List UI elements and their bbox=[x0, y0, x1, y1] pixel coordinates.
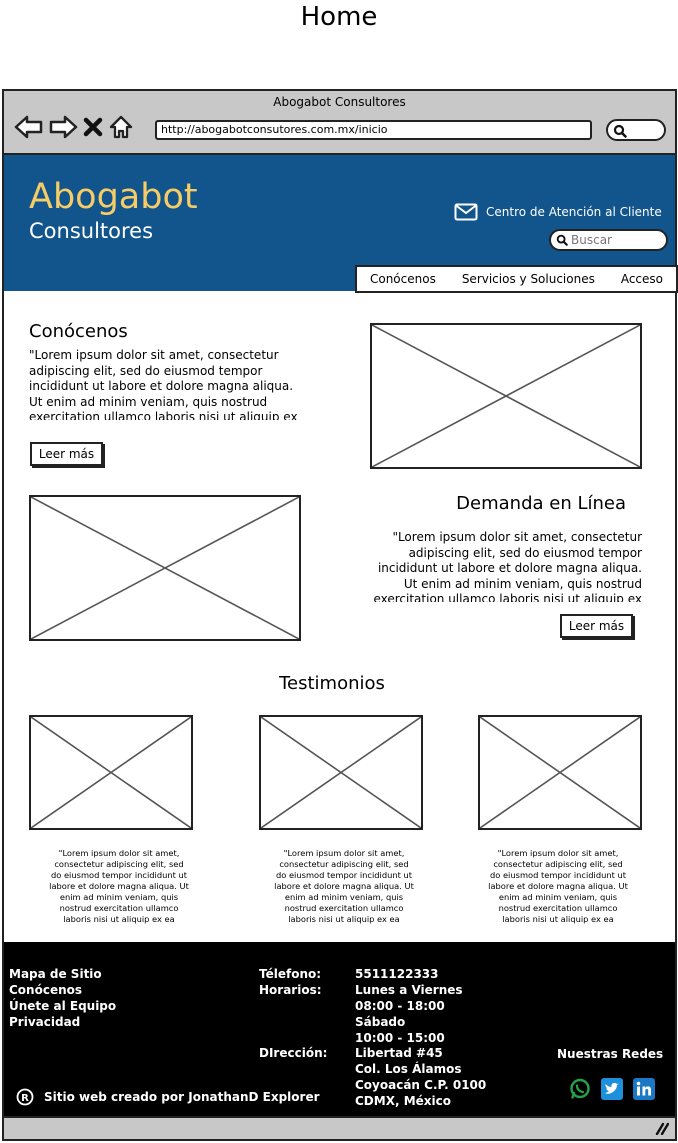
hours-line: Sábado bbox=[355, 1015, 406, 1029]
search-placeholder: Buscar bbox=[571, 233, 612, 247]
linkedin-icon[interactable] bbox=[633, 1078, 655, 1100]
conocenos-read-more-button[interactable]: Leer más bbox=[30, 442, 103, 466]
brand-name[interactable]: Abogabot bbox=[29, 177, 198, 217]
demanda-title: Demanda en Línea bbox=[456, 493, 626, 514]
resize-grip-icon bbox=[655, 1122, 669, 1135]
nav-item-servicios[interactable]: Servicios y Soluciones bbox=[462, 272, 595, 286]
address-line: Col. Los Álamos bbox=[355, 1062, 462, 1076]
back-arrow-icon[interactable] bbox=[14, 114, 44, 140]
url-bar[interactable]: http://abogabotconsutores.com.mx/inicio bbox=[155, 120, 592, 140]
social-links bbox=[569, 1078, 655, 1100]
conocenos-image-placeholder bbox=[370, 323, 642, 469]
mail-icon bbox=[454, 203, 478, 221]
hours-values: Lunes a Viernes 08:00 - 18:00 Sábado 10:… bbox=[355, 982, 463, 1046]
address-line: Coyoacán C.P. 0100 bbox=[355, 1078, 487, 1092]
footer-link-conocenos[interactable]: Conócenos bbox=[9, 982, 116, 998]
registered-icon: R bbox=[16, 1088, 34, 1106]
browser-search-field[interactable] bbox=[606, 119, 666, 141]
site-credit: R Sitio web creado por JonathanD Explore… bbox=[16, 1088, 320, 1106]
hours-line: 08:00 - 18:00 bbox=[355, 999, 445, 1013]
main-nav: Conócenos Servicios y Soluciones Acceso bbox=[355, 265, 678, 293]
testimonial-image-placeholder bbox=[29, 715, 193, 830]
nav-item-acceso[interactable]: Acceso bbox=[621, 272, 663, 286]
nav-item-conocenos[interactable]: Conócenos bbox=[370, 272, 436, 286]
address-values: Libertad #45 Col. Los Álamos Coyoacán C.… bbox=[355, 1045, 486, 1109]
header-search-input[interactable]: Buscar bbox=[549, 229, 668, 251]
address-label: DIrección: bbox=[259, 1046, 328, 1060]
customer-service-link[interactable]: Centro de Atención al Cliente bbox=[454, 203, 662, 221]
demanda-text: "Lorem ipsum dolor sit amet, consectetur… bbox=[373, 530, 642, 602]
footer-link-join-team[interactable]: Únete al Equipo bbox=[9, 998, 116, 1014]
demanda-read-more-button[interactable]: Leer más bbox=[560, 614, 633, 638]
conocenos-title: Conócenos bbox=[29, 321, 128, 342]
twitter-icon[interactable] bbox=[601, 1078, 623, 1100]
browser-chrome: Abogabot Consultores http://abogabotcons… bbox=[4, 91, 675, 155]
browser-title: Abogabot Consultores bbox=[273, 95, 406, 109]
hours-line: Lunes a Viernes bbox=[355, 983, 463, 997]
site-footer: Mapa de Sitio Conócenos Únete al Equipo … bbox=[4, 942, 675, 1116]
address-line: CDMX, México bbox=[355, 1094, 451, 1108]
search-icon bbox=[613, 124, 627, 138]
browser-window: Abogabot Consultores http://abogabotcons… bbox=[2, 89, 678, 1141]
social-networks-label: Nuestras Redes bbox=[557, 1047, 664, 1061]
footer-links: Mapa de Sitio Conócenos Únete al Equipo … bbox=[9, 966, 116, 1030]
svg-text:R: R bbox=[21, 1093, 29, 1104]
demanda-image-placeholder bbox=[29, 495, 301, 641]
browser-status-bar bbox=[4, 1116, 675, 1139]
page-heading: Home bbox=[300, 2, 378, 32]
browser-nav-icons bbox=[14, 113, 134, 141]
footer-link-sitemap[interactable]: Mapa de Sitio bbox=[9, 966, 116, 982]
conocenos-text: "Lorem ipsum dolor sit amet, consectetur… bbox=[29, 348, 298, 420]
testimonial-text: "Lorem ipsum dolor sit amet, consectetur… bbox=[49, 848, 189, 924]
brand-subtitle: Consultores bbox=[29, 219, 154, 243]
testimonios-title: Testimonios bbox=[279, 673, 385, 694]
testimonial-image-placeholder bbox=[478, 715, 642, 830]
testimonial-text: "Lorem ipsum dolor sit amet, consectetur… bbox=[274, 848, 414, 924]
search-icon bbox=[556, 234, 568, 246]
footer-link-privacy[interactable]: Privacidad bbox=[9, 1014, 116, 1030]
stop-x-icon[interactable] bbox=[82, 116, 104, 138]
testimonial-text: "Lorem ipsum dolor sit amet, consectetur… bbox=[488, 848, 628, 924]
hours-label: Horarios: bbox=[259, 983, 322, 997]
hours-line: 10:00 - 15:00 bbox=[355, 1031, 445, 1045]
phone-value: 5511122333 bbox=[355, 967, 439, 981]
phone-label: Télefono: bbox=[259, 967, 322, 981]
credit-text: Sitio web creado por JonathanD Explorer bbox=[44, 1090, 320, 1104]
whatsapp-icon[interactable] bbox=[569, 1078, 591, 1100]
address-line: Libertad #45 bbox=[355, 1046, 443, 1060]
testimonial-image-placeholder bbox=[259, 715, 423, 830]
forward-arrow-icon[interactable] bbox=[48, 114, 78, 140]
customer-service-label: Centro de Atención al Cliente bbox=[486, 205, 662, 219]
home-icon[interactable] bbox=[108, 114, 134, 140]
